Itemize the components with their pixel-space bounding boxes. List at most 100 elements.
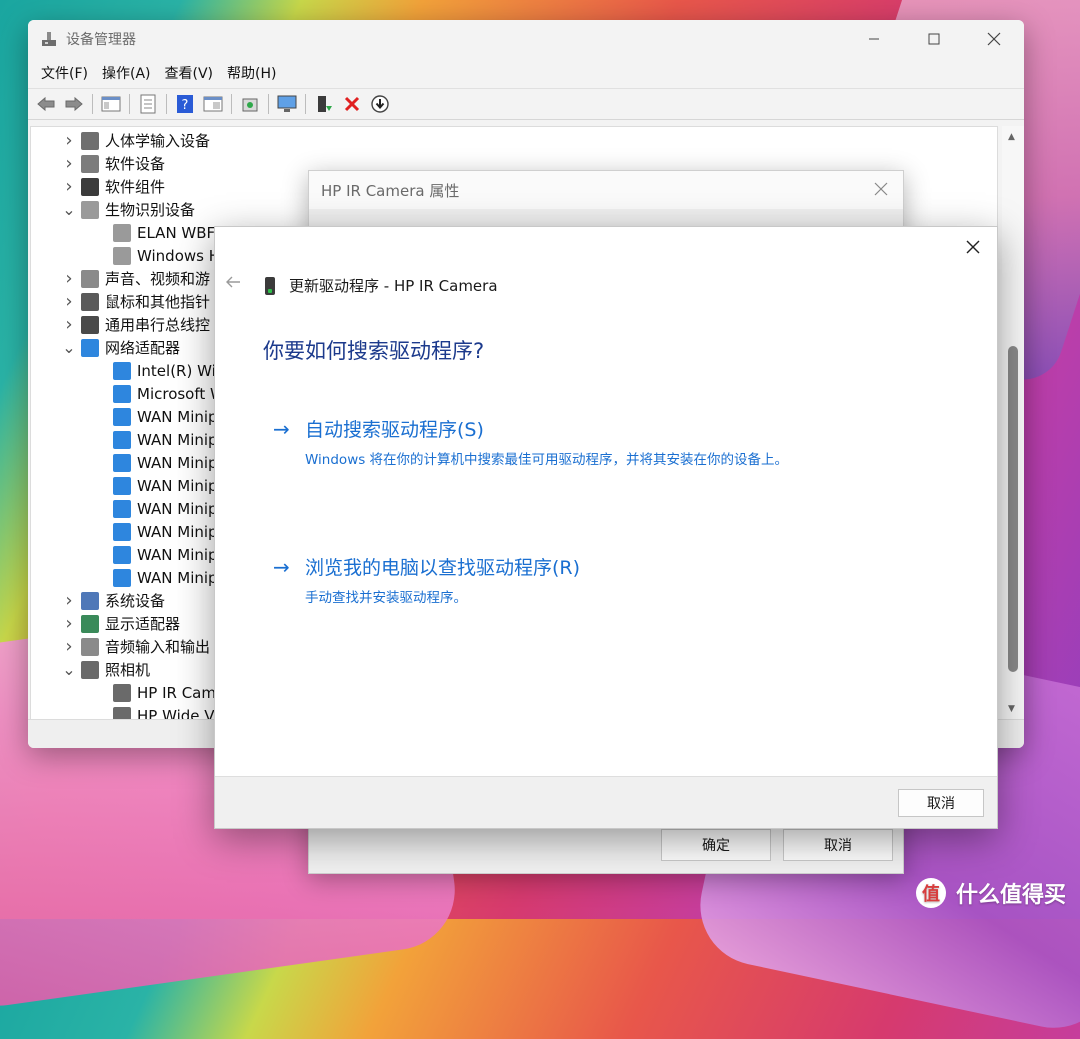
chevron-right-icon[interactable]: › [61, 636, 77, 657]
forward-button[interactable] [62, 92, 86, 116]
tree-device-item[interactable]: Intel(R) Wi- [109, 359, 221, 382]
tree-category[interactable]: › 人体学输入设备 [61, 129, 210, 152]
fingerprint-icon [81, 200, 99, 219]
show-hide-tree-button[interactable] [99, 92, 123, 116]
properties-icon [140, 94, 156, 114]
menu-action[interactable]: 操作(A) [95, 63, 158, 83]
menu-help[interactable]: 帮助(H) [220, 63, 283, 83]
close-icon [966, 240, 980, 254]
scan-hardware-button[interactable] [238, 92, 262, 116]
properties-button[interactable] [136, 92, 160, 116]
tree-item-label: Intel(R) Wi- [137, 361, 222, 380]
wizard-header: 更新驱动程序 - HP IR Camera [265, 275, 498, 296]
scroll-down-icon[interactable]: ▼ [1008, 704, 1015, 714]
update-driver-button[interactable] [312, 92, 336, 116]
view-icon [203, 96, 223, 112]
tree-category[interactable]: ⌄ 生物识别设备 [61, 198, 195, 221]
close-button[interactable] [964, 20, 1024, 58]
tree-device-item[interactable]: WAN Minip [109, 543, 218, 566]
tree-item-label: 软件设备 [105, 155, 166, 173]
menu-bar: 文件(F) 操作(A) 查看(V) 帮助(H) [28, 58, 1024, 88]
disable-button[interactable] [368, 92, 392, 116]
wizard-close-button[interactable] [959, 233, 987, 261]
tree-item-label: WAN Minip [137, 407, 218, 426]
help-button[interactable]: ? [173, 92, 197, 116]
tree-category[interactable]: › 通用串行总线控 [61, 313, 210, 336]
tree-item-label: HP IR Came [137, 683, 226, 702]
tree-item-label: WAN Minip [137, 453, 218, 472]
tree-item-label: 通用串行总线控 [105, 316, 211, 334]
tree-device-item[interactable]: ELAN WBF [109, 221, 215, 244]
browse-computer-label[interactable]: 浏览我的电脑以查找驱动程序(R) [305, 553, 580, 580]
tree-item-label: WAN Minip [137, 545, 218, 564]
tree-device-item[interactable]: Microsoft W [109, 382, 225, 405]
toolbar-separator [166, 94, 167, 114]
ok-button[interactable]: 确定 [661, 829, 771, 861]
properties-close-button[interactable] [859, 180, 903, 201]
tree-item-label: ELAN WBF [137, 223, 216, 242]
right-arrow-icon: → [273, 554, 290, 579]
monitor-button[interactable] [275, 92, 299, 116]
right-arrow-icon: → [273, 416, 290, 441]
auto-search-label[interactable]: 自动搜索驱动程序(S) [305, 415, 484, 442]
wizard-cancel-button[interactable]: 取消 [898, 789, 984, 817]
tree-category[interactable]: › 音频输入和输出 [61, 635, 210, 658]
chevron-right-icon[interactable]: › [61, 314, 77, 335]
maximize-button[interactable] [904, 20, 964, 58]
tree-device-item[interactable]: HP Wide Vi [109, 704, 219, 720]
chevron-right-icon[interactable]: › [61, 130, 77, 151]
auto-search-description: Windows 将在你的计算机中搜索最佳可用驱动程序，并将其安装在你的设备上。 [305, 452, 789, 468]
wizard-back-button[interactable] [225, 273, 241, 294]
tree-category[interactable]: › 软件组件 [61, 175, 165, 198]
menu-file[interactable]: 文件(F) [34, 63, 95, 83]
tree-device-item[interactable]: WAN Minip [109, 451, 218, 474]
chevron-down-icon[interactable]: ⌄ [61, 200, 77, 219]
tree-device-item[interactable]: WAN Minip [109, 405, 218, 428]
tree-item-label: 鼠标和其他指针 [105, 293, 211, 311]
chevron-right-icon[interactable]: › [61, 613, 77, 634]
back-button[interactable] [34, 92, 58, 116]
monitor-icon [277, 95, 297, 112]
tree-item-label: HP Wide Vi [137, 706, 219, 720]
chevron-right-icon[interactable]: › [61, 176, 77, 197]
tree-device-item[interactable]: WAN Minip [109, 428, 218, 451]
chevron-right-icon[interactable]: › [61, 291, 77, 312]
tree-item-label: 声音、视频和游 [105, 270, 211, 288]
tree-item-label: 显示适配器 [105, 615, 181, 633]
tree-category[interactable]: ⌄ 照相机 [61, 658, 150, 681]
tree-device-item[interactable]: WAN Minip [109, 566, 218, 589]
toolbar-separator [268, 94, 269, 114]
tree-device-item[interactable]: WAN Minip [109, 520, 218, 543]
tree-category[interactable]: › 系统设备 [61, 589, 165, 612]
properties-cancel-button[interactable]: 取消 [783, 829, 893, 861]
tree-category[interactable]: › 鼠标和其他指针 [61, 290, 210, 313]
browse-computer-option[interactable]: → 浏览我的电脑以查找驱动程序(R) 手动查找并安装驱动程序。 [273, 553, 580, 607]
tree-category[interactable]: › 显示适配器 [61, 612, 180, 635]
tree-category[interactable]: › 软件设备 [61, 152, 165, 175]
scrollbar-thumb[interactable] [1008, 346, 1018, 672]
tree-item-label: WAN Minip [137, 499, 218, 518]
tree-device-item[interactable]: HP IR Came [109, 681, 225, 704]
camera-icon [113, 706, 131, 719]
tree-category[interactable]: › 声音、视频和游 [61, 267, 210, 290]
chevron-down-icon[interactable]: ⌄ [61, 338, 77, 357]
chevron-right-icon[interactable]: › [61, 268, 77, 289]
tree-category[interactable]: ⌄ 网络适配器 [61, 336, 180, 359]
uninstall-button[interactable] [340, 92, 364, 116]
tree-device-item[interactable]: WAN Minip [109, 497, 218, 520]
toolbar: ? [28, 88, 1024, 120]
tree-device-item[interactable]: Windows H [109, 244, 220, 267]
minimize-button[interactable] [844, 20, 904, 58]
menu-view[interactable]: 查看(V) [158, 63, 221, 83]
tree-device-item[interactable]: WAN Minip [109, 474, 218, 497]
tree-scrollbar[interactable]: ▲ ▼ [1002, 126, 1024, 720]
chevron-right-icon[interactable]: › [61, 153, 77, 174]
view-button[interactable] [201, 92, 225, 116]
chevron-right-icon[interactable]: › [61, 590, 77, 611]
browse-computer-description: 手动查找并安装驱动程序。 [305, 590, 467, 606]
tree-item-label: 照相机 [105, 661, 151, 679]
chevron-down-icon[interactable]: ⌄ [61, 660, 77, 679]
scroll-up-icon[interactable]: ▲ [1008, 132, 1015, 142]
update-driver-wizard: 更新驱动程序 - HP IR Camera 你要如何搜索驱动程序? → 自动搜索… [214, 226, 998, 829]
auto-search-option[interactable]: → 自动搜索驱动程序(S) Windows 将在你的计算机中搜索最佳可用驱动程序… [273, 415, 789, 469]
